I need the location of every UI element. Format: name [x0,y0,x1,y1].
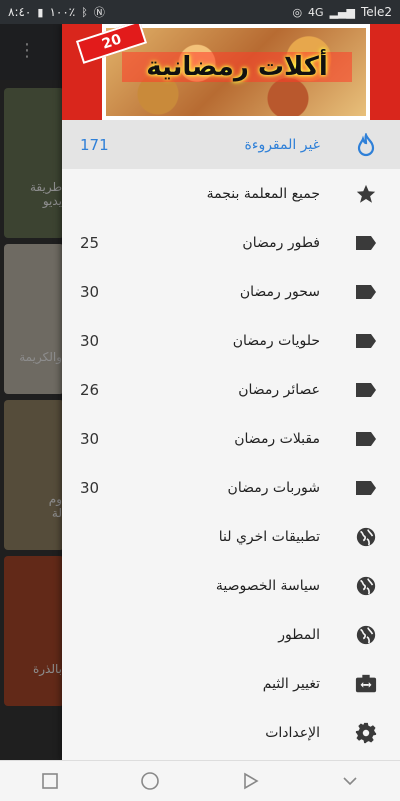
gear-icon [354,721,378,745]
status-left: ٨:٤٠ ▮ ١٠٠٪ ᛒ Ⓝ [8,4,105,20]
bluetooth-icon: ᛒ [81,5,88,19]
drawer-item-count: 30 [80,331,100,350]
drawer-item[interactable]: 26 عصائر رمضان [62,365,400,414]
drawer-item-label: فطور رمضان [242,234,320,251]
drawer-item[interactable]: المطور [62,610,400,659]
drawer-item[interactable]: سياسة الخصوصية [62,561,400,610]
status-bar: ٨:٤٠ ▮ ١٠٠٪ ᛒ Ⓝ ◎ 4G ▂▄▆ Tele2 [0,0,400,24]
drawer-item[interactable]: 171 غير المقروءة [62,120,400,169]
drawer-item[interactable]: 30 شوربات رمضان [62,463,400,512]
navigation-drawer: 20 أكلات رمضانية 171 غير المقروءة جميع الم… [62,24,400,760]
system-navigation-bar [0,760,400,801]
drawer-item-label: جميع المعلمة بنجمة [206,185,320,202]
battery-icon: ▮ [37,5,44,19]
nfc-icon: Ⓝ [93,6,105,19]
globe-icon [354,623,378,647]
theme-switch-icon [354,672,378,696]
drawer-item-count: 30 [80,478,100,497]
drawer-item-count: 30 [80,282,100,301]
globe-icon [354,574,378,598]
status-time: ٨:٤٠ [8,5,32,19]
drawer-item-label: سحور رمضان [239,283,320,300]
flame-icon [354,132,378,157]
back-triangle-icon[interactable] [236,767,264,795]
carrier-name: Tele2 [360,5,392,19]
collapse-chevron-icon[interactable] [336,767,364,795]
drawer-item-label: غير المقروءة [244,136,320,153]
drawer-item[interactable]: الإعدادات [62,708,400,757]
star-icon [354,182,378,206]
drawer-item-label: المطور [278,626,320,643]
drawer-item[interactable]: تغيير الثيم [62,659,400,708]
drawer-item[interactable]: 30 مقبلات رمضان [62,414,400,463]
status-right: ◎ 4G ▂▄▆ Tele2 [292,5,392,19]
drawer-item-count: 25 [80,233,100,252]
recents-square-icon[interactable] [36,767,64,795]
drawer-item[interactable]: تطبيقات اخري لنا [62,512,400,561]
drawer-item-label: حلويات رمضان [232,332,320,349]
globe-icon [354,525,378,549]
header-title: أكلات رمضانية [122,52,352,82]
label-tag-icon [354,280,378,304]
signal-icon: ▂▄▆ [329,5,355,19]
drawer-item-count: 26 [80,380,100,399]
label-tag-icon [354,427,378,451]
drawer-item-label: الإعدادات [265,724,320,741]
label-tag-icon [354,231,378,255]
home-circle-icon[interactable] [136,767,164,795]
drawer-item-count: 171 [80,135,109,154]
drawer-item-label: عصائر رمضان [238,381,320,398]
drawer-item-label: تطبيقات اخري لنا [218,528,320,545]
network-type: 4G [308,5,324,19]
drawer-item[interactable]: 25 فطور رمضان [62,218,400,267]
drawer-item-label: سياسة الخصوصية [215,577,320,594]
hotspot-icon: ◎ [292,5,303,19]
label-tag-icon [354,476,378,500]
drawer-item[interactable]: 30 حلويات رمضان [62,316,400,365]
label-tag-icon [354,378,378,402]
drawer-item-label: مقبلات رمضان [234,430,320,447]
label-tag-icon [354,329,378,353]
drawer-item-label: شوربات رمضان [227,479,320,496]
drawer-item[interactable]: جميع المعلمة بنجمة [62,169,400,218]
drawer-item[interactable]: 30 سحور رمضان [62,267,400,316]
battery-level: ١٠٠٪ [49,5,76,19]
drawer-item-count: 30 [80,429,100,448]
drawer-header: 20 أكلات رمضانية [62,24,400,120]
drawer-item-label: تغيير الثيم [262,675,320,692]
